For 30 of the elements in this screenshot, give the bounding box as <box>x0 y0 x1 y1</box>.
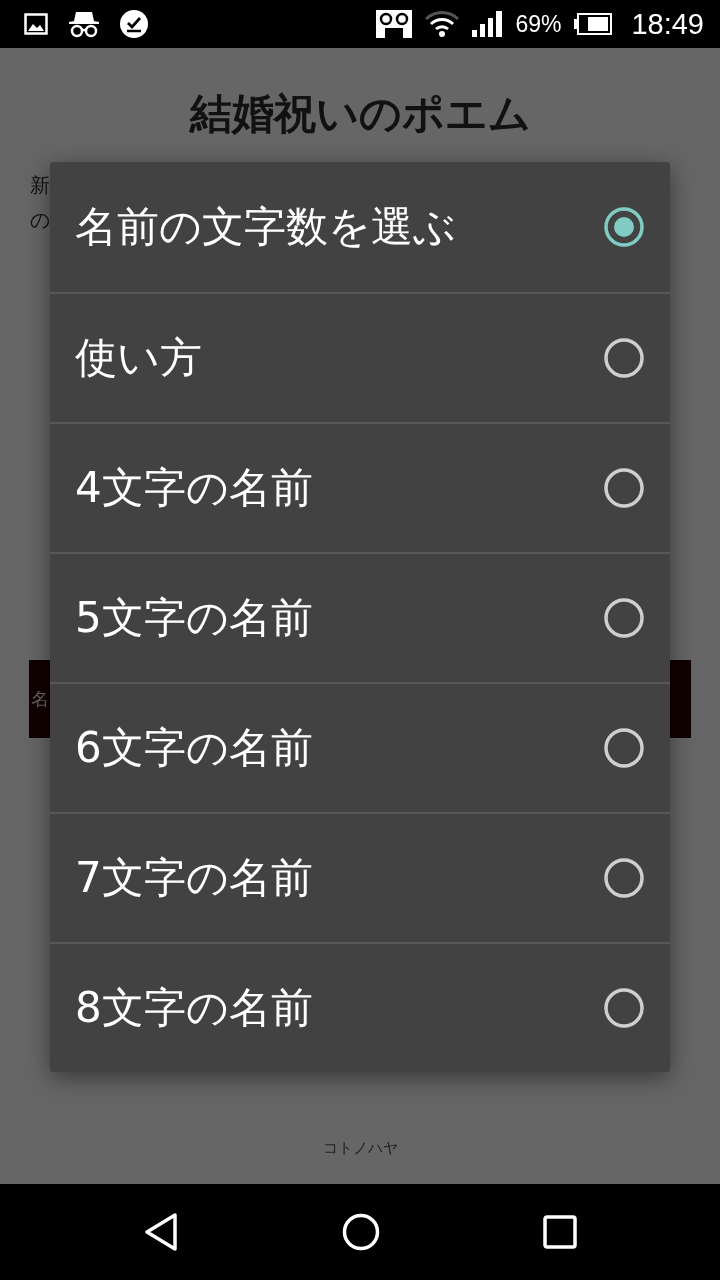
intro-text: 新 <box>30 172 50 199</box>
check-circle-icon <box>120 10 148 38</box>
radio-unselected-icon[interactable] <box>604 468 644 508</box>
menu-option[interactable]: 7文字の名前 <box>50 812 670 942</box>
menu-option[interactable]: 名前の文字数を選ぶ <box>50 162 670 292</box>
incognito-icon <box>68 10 100 38</box>
battery-icon <box>574 13 613 35</box>
radio-unselected-icon[interactable] <box>604 988 644 1028</box>
menu-option[interactable]: 8文字の名前 <box>50 942 670 1072</box>
radio-unselected-icon[interactable] <box>604 858 644 898</box>
back-icon[interactable] <box>144 1213 178 1251</box>
radio-unselected-icon[interactable] <box>604 728 644 768</box>
menu-option[interactable]: 5文字の名前 <box>50 552 670 682</box>
voicemail-icon <box>376 10 413 38</box>
signal-icon <box>472 11 503 37</box>
menu-option[interactable]: 6文字の名前 <box>50 682 670 812</box>
wifi-icon <box>425 10 460 38</box>
radio-unselected-icon[interactable] <box>604 338 644 378</box>
intro-text: の <box>30 207 50 234</box>
battery-percentage: 69% <box>515 10 562 38</box>
footer-brand-text: コトノハヤ <box>322 1139 398 1158</box>
home-icon[interactable] <box>341 1213 380 1251</box>
image-icon <box>24 13 48 35</box>
menu-option[interactable]: 使い方 <box>50 292 670 422</box>
radio-unselected-icon[interactable] <box>604 598 644 638</box>
recents-icon[interactable] <box>543 1215 577 1249</box>
radio-selected-icon[interactable] <box>604 207 644 247</box>
page-title: 結婚祝いのポエム <box>189 88 531 140</box>
clock-time: 18:49 <box>631 7 704 41</box>
menu-option[interactable]: 4文字の名前 <box>50 422 670 552</box>
